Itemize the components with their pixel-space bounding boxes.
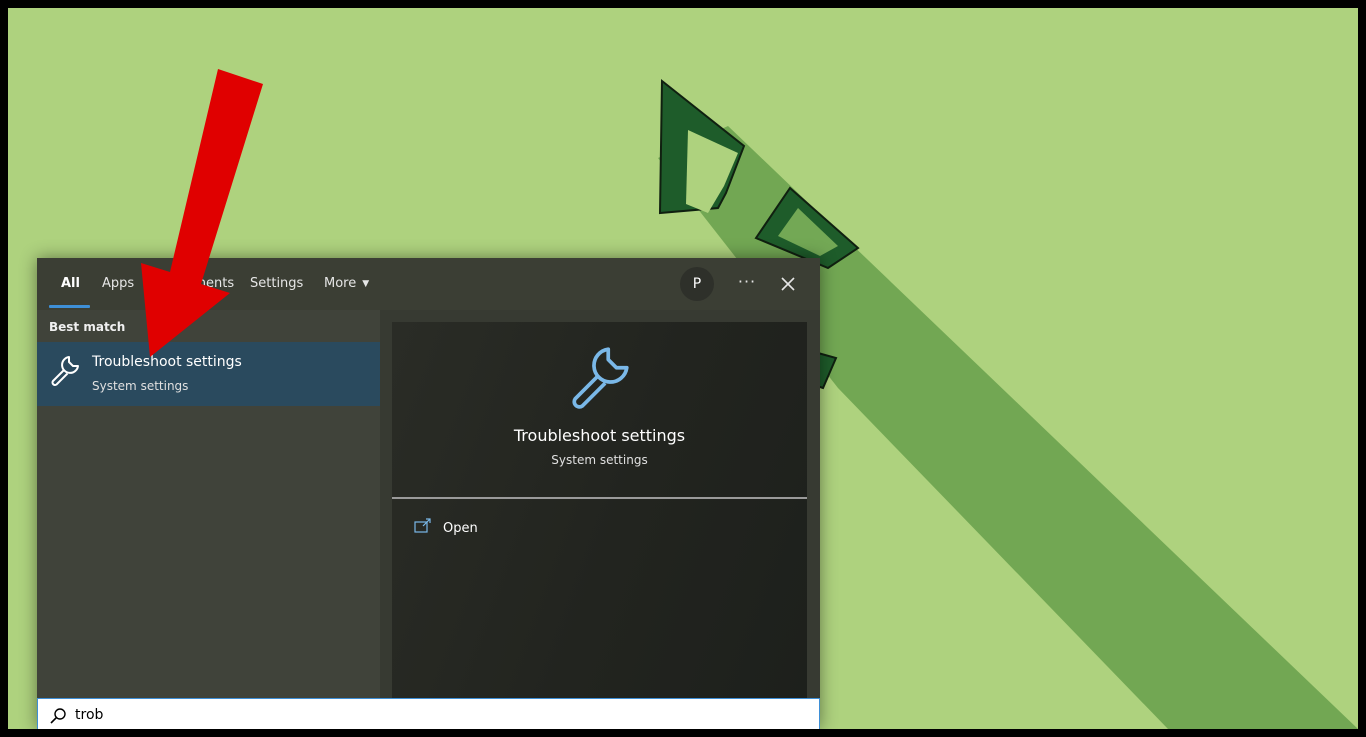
- preview-card: Troubleshoot settings System settings Op…: [392, 322, 807, 698]
- search-icon: [50, 708, 66, 724]
- open-button[interactable]: Open: [414, 518, 534, 542]
- tab-apps[interactable]: Apps: [102, 276, 134, 291]
- preview-divider: [392, 497, 807, 499]
- tab-documents[interactable]: Documents: [160, 276, 234, 291]
- tab-more[interactable]: More ▼: [324, 276, 369, 291]
- chevron-down-icon: ▼: [362, 279, 370, 289]
- desktop-wallpaper: All Apps Documents Settings More ▼ P ··· …: [8, 8, 1358, 729]
- result-title: Troubleshoot settings: [92, 354, 242, 370]
- search-window: All Apps Documents Settings More ▼ P ··· …: [37, 258, 820, 729]
- more-options-button[interactable]: ···: [734, 271, 760, 297]
- open-label: Open: [443, 521, 478, 536]
- close-icon: [781, 277, 795, 291]
- search-box[interactable]: [37, 698, 820, 729]
- result-item-troubleshoot-settings[interactable]: Troubleshoot settings System settings: [37, 342, 380, 406]
- close-button[interactable]: [775, 271, 801, 297]
- tab-settings[interactable]: Settings: [250, 276, 303, 291]
- avatar[interactable]: P: [680, 267, 714, 301]
- open-window-icon: [414, 518, 431, 533]
- search-input[interactable]: [75, 703, 795, 727]
- best-match-heading: Best match: [49, 320, 126, 334]
- preview-subtitle: System settings: [551, 453, 648, 467]
- tab-more-label: More: [324, 276, 357, 291]
- wrench-icon: [51, 356, 79, 386]
- results-pane: Best match Troubleshoot settings System …: [37, 310, 380, 698]
- active-tab-indicator: [49, 305, 90, 308]
- result-subtitle: System settings: [92, 379, 189, 393]
- preview-pane: Troubleshoot settings System settings Op…: [380, 310, 820, 698]
- tab-all[interactable]: All: [61, 276, 80, 291]
- wrench-icon: [572, 347, 629, 409]
- search-tab-bar: All Apps Documents Settings More ▼ P ···: [37, 258, 820, 310]
- preview-title: Troubleshoot settings: [513, 426, 686, 445]
